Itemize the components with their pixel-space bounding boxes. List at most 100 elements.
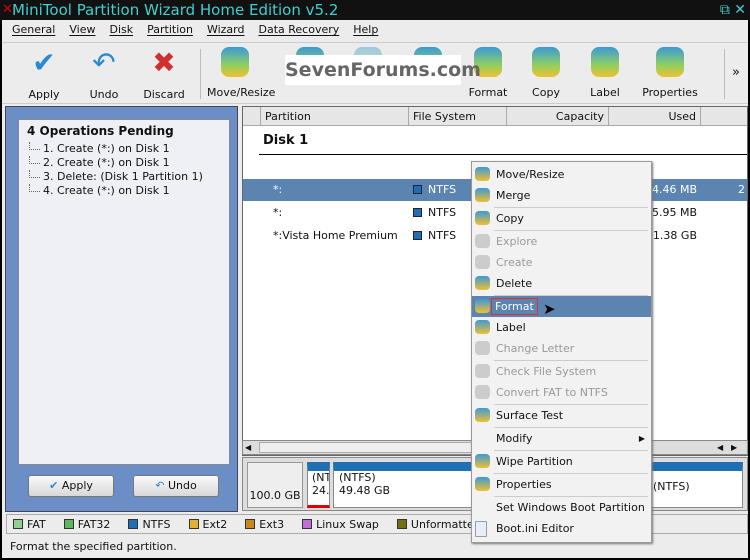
- operations-panel: 4 Operations Pending 1. Create (*:) on D…: [5, 106, 238, 512]
- context-menu-item-properties[interactable]: Properties: [472, 474, 651, 495]
- column-header-partition[interactable]: Partition: [261, 107, 409, 126]
- toolbar-properties-button[interactable]: Properties: [642, 47, 698, 99]
- context-menu-item-copy[interactable]: Copy: [472, 208, 651, 229]
- toolbar-more-button[interactable]: »: [732, 65, 740, 80]
- toolbar-separator: [724, 49, 725, 99]
- operations-title: 4 Operations Pending: [27, 124, 174, 138]
- delete-icon: [475, 276, 490, 290]
- submenu-arrow-icon: ▶: [638, 434, 645, 443]
- context-menu-item-boot-ini-editor[interactable]: Boot.ini Editor: [472, 518, 651, 539]
- operation-item[interactable]: 3. Delete: (Disk 1 Partition 1): [19, 170, 229, 184]
- wipe-icon: [475, 454, 490, 468]
- label-icon: [591, 47, 619, 77]
- context-menu-item-check-file-system[interactable]: Check File System: [472, 361, 651, 382]
- menu-disk[interactable]: Disk: [109, 20, 133, 40]
- menu-view[interactable]: View: [69, 20, 95, 40]
- file-system: NTFS: [413, 225, 456, 247]
- operations-list: 4 Operations Pending 1. Create (*:) on D…: [18, 119, 230, 465]
- context-menu-item-modify[interactable]: Modify ▶: [472, 428, 651, 449]
- toolbar-label-button[interactable]: Label: [577, 47, 633, 99]
- toolbar-undo-button[interactable]: ↶ Undo: [76, 46, 132, 102]
- context-menu-item-format[interactable]: Format: [472, 296, 651, 317]
- toolbar-separator: [200, 49, 201, 99]
- menu-partition[interactable]: Partition: [147, 20, 193, 40]
- check-icon: ✔: [49, 479, 62, 492]
- mouse-cursor-icon: ➤: [543, 300, 556, 318]
- legend-swatch: [188, 519, 199, 529]
- disk-label: Disk 1: [263, 133, 309, 148]
- check-fs-icon: [475, 364, 490, 378]
- disk-icon[interactable]: 100.0 GB: [247, 462, 303, 508]
- window-controls[interactable]: ⧉ ✕: [720, 0, 746, 20]
- scroll-right-button[interactable]: ▶: [731, 442, 743, 453]
- divider: [259, 154, 747, 155]
- check-icon: ✔: [32, 46, 56, 79]
- legend-swatch: [63, 519, 74, 529]
- apply-button[interactable]: ✔ Apply: [28, 475, 114, 497]
- toolbar-discard-button[interactable]: ✖ Discard: [136, 47, 192, 102]
- legend-item: Unformatted: [396, 515, 481, 533]
- unused-value: 2: [738, 183, 745, 196]
- file-icon: [475, 521, 487, 537]
- toolbar-move-resize-button[interactable]: Move/Resize: [207, 47, 275, 99]
- move-resize-icon: [475, 167, 490, 181]
- toolbar-apply-button[interactable]: ✔ Apply: [16, 46, 72, 102]
- scroll-left-button[interactable]: ◀: [245, 442, 257, 453]
- context-menu-item-change-letter[interactable]: Change Letter: [472, 338, 651, 359]
- label-icon: [475, 320, 490, 334]
- legend-swatch: [396, 519, 407, 529]
- context-menu-item-move-resize[interactable]: Move/Resize: [472, 164, 651, 185]
- partition-block[interactable]: (NT 24.: [307, 462, 330, 508]
- menu-help[interactable]: Help: [353, 20, 378, 40]
- legend-swatch: [128, 519, 139, 529]
- undo-button[interactable]: ↶ Undo: [133, 475, 219, 497]
- context-menu-item-set-windows-boot-partition[interactable]: Set Windows Boot Partition: [472, 497, 651, 518]
- operation-item[interactable]: 4. Create (*:) on Disk 1: [19, 184, 229, 198]
- partition-name: *:: [273, 206, 283, 219]
- surface-test-icon: [475, 408, 490, 422]
- file-system: NTFS: [413, 179, 456, 201]
- operation-item[interactable]: 1. Create (*:) on Disk 1: [19, 142, 229, 156]
- convert-icon: [475, 385, 490, 399]
- window-title: MiniTool Partition Wizard Home Edition v…: [12, 1, 339, 19]
- move-resize-icon: [221, 47, 249, 77]
- title-bar: ✕ MiniTool Partition Wizard Home Edition…: [0, 0, 750, 20]
- used-value: 11.38 GB: [645, 229, 697, 242]
- legend-item: Ext3: [245, 515, 284, 533]
- context-menu-item-merge[interactable]: Merge: [472, 185, 651, 206]
- column-header-capacity[interactable]: Capacity: [507, 107, 609, 126]
- file-system: NTFS: [413, 202, 456, 224]
- legend-swatch: [13, 519, 23, 529]
- menu-data-recovery[interactable]: Data Recovery: [258, 20, 339, 40]
- context-menu-item-label[interactable]: Label: [472, 317, 651, 338]
- scroll-left-button[interactable]: ◀: [717, 442, 729, 453]
- legend-item: FAT32: [63, 515, 110, 533]
- menu-bar: General View Disk Partition Wizard Data Recov…: [2, 20, 748, 40]
- operation-item[interactable]: 2. Create (*:) on Disk 1: [19, 156, 229, 170]
- context-menu: Move/Resize Merge Copy Explore Create Delete F…: [471, 161, 652, 543]
- partition-label: (NTFS): [653, 480, 690, 493]
- used-value: 55.95 MB: [644, 206, 697, 219]
- context-menu-item-surface-test[interactable]: Surface Test: [472, 405, 651, 426]
- used-value: 4.46 MB: [651, 183, 697, 196]
- app-icon: ✕: [2, 2, 13, 17]
- ntfs-color-swatch: [413, 185, 422, 194]
- properties-icon: [656, 47, 684, 77]
- context-menu-item-delete[interactable]: Delete: [472, 273, 651, 294]
- legend-swatch: [302, 519, 313, 529]
- legend-swatch: [245, 519, 256, 529]
- undo-icon: ↶: [92, 46, 116, 79]
- context-menu-item-wipe-partition[interactable]: Wipe Partition: [472, 451, 651, 472]
- column-header-used[interactable]: Used: [609, 107, 701, 126]
- legend-item: Ext2: [188, 515, 227, 533]
- explore-icon: [475, 234, 490, 248]
- menu-general[interactable]: General: [12, 20, 55, 40]
- column-header-file-system[interactable]: File System: [409, 107, 507, 126]
- toolbar-copy-button[interactable]: Copy: [518, 47, 574, 99]
- context-menu-item-convert-fat-to-ntfs[interactable]: Convert FAT to NTFS: [472, 382, 651, 403]
- menu-wizard[interactable]: Wizard: [207, 20, 245, 40]
- context-menu-item-explore[interactable]: Explore: [472, 231, 651, 252]
- format-icon: [475, 299, 490, 313]
- context-menu-item-create[interactable]: Create: [472, 252, 651, 273]
- legend-item: FAT: [13, 515, 46, 533]
